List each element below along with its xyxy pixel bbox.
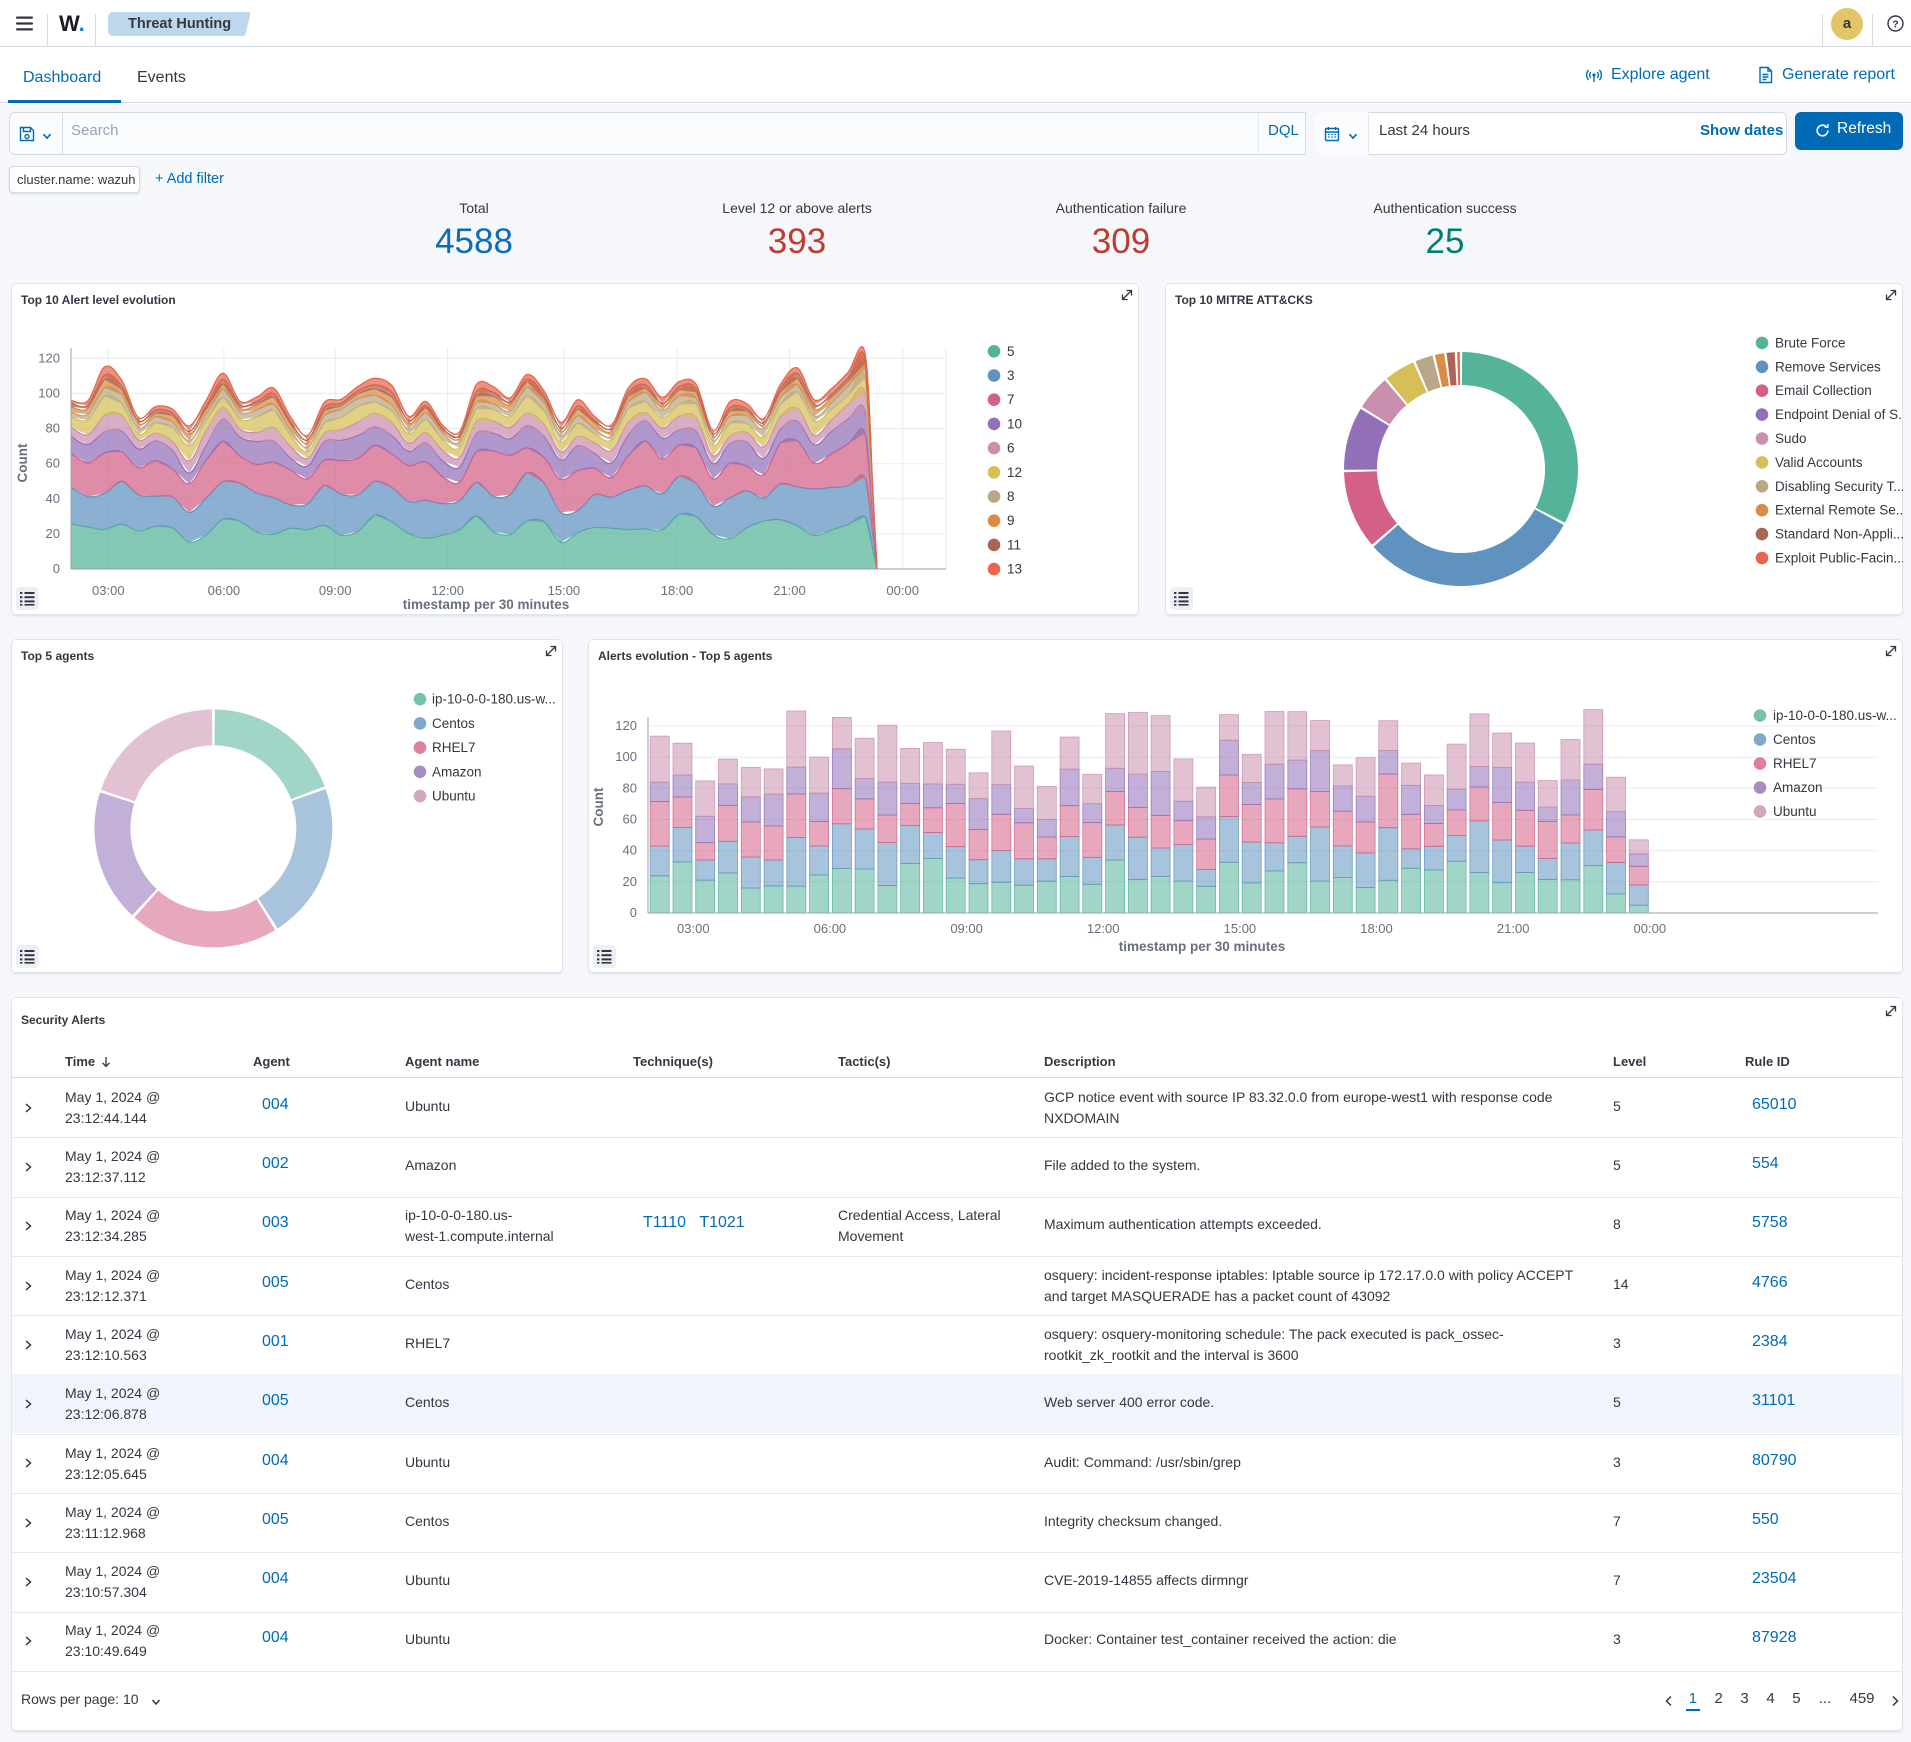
svg-text:15:00: 15:00 [1224, 921, 1257, 936]
svg-text:ip-10-0-0-180.us-w...: ip-10-0-0-180.us-w... [432, 692, 556, 707]
svg-text:40: 40 [46, 491, 60, 506]
svg-text:6: 6 [1007, 441, 1015, 456]
svg-text:40: 40 [623, 843, 637, 858]
svg-text:Sudo: Sudo [1775, 431, 1807, 446]
svg-text:18:00: 18:00 [661, 583, 694, 598]
svg-text:Standard Non-Appli...: Standard Non-Appli... [1775, 527, 1903, 542]
svg-text:RHEL7: RHEL7 [432, 740, 476, 755]
svg-text:09:00: 09:00 [950, 921, 983, 936]
svg-text:Disabling Security T...: Disabling Security T... [1775, 479, 1903, 494]
svg-text:03:00: 03:00 [677, 921, 710, 936]
svg-text:?: ? [1892, 18, 1898, 30]
svg-text:3: 3 [1007, 368, 1015, 383]
svg-text:Count: Count [591, 787, 606, 826]
svg-text:Email Collection: Email Collection [1775, 383, 1872, 398]
svg-text:11: 11 [1007, 537, 1021, 552]
svg-text:8: 8 [1007, 489, 1015, 504]
svg-text:80: 80 [46, 421, 60, 436]
svg-text:Centos: Centos [1773, 732, 1816, 747]
svg-text:Brute Force: Brute Force [1775, 335, 1846, 350]
svg-text:120: 120 [615, 718, 637, 733]
svg-text:13: 13 [1007, 562, 1022, 577]
svg-text:7: 7 [1007, 392, 1015, 407]
svg-text:18:00: 18:00 [1360, 921, 1393, 936]
svg-text:Remove Services: Remove Services [1775, 359, 1881, 374]
svg-text:External Remote Se...: External Remote Se... [1775, 503, 1903, 518]
svg-text:timestamp per 30 minutes: timestamp per 30 minutes [1119, 939, 1286, 954]
svg-text:0: 0 [630, 905, 637, 920]
svg-text:9: 9 [1007, 513, 1015, 528]
svg-text:06:00: 06:00 [208, 583, 241, 598]
svg-text:Ubuntu: Ubuntu [432, 789, 476, 804]
svg-text:Exploit Public-Facin...: Exploit Public-Facin... [1775, 551, 1903, 566]
svg-text:Count: Count [15, 443, 30, 482]
svg-text:Valid Accounts: Valid Accounts [1775, 455, 1863, 470]
svg-text:21:00: 21:00 [1497, 921, 1530, 936]
svg-text:5: 5 [1007, 344, 1015, 359]
svg-text:09:00: 09:00 [319, 583, 352, 598]
svg-text:00:00: 00:00 [1634, 921, 1667, 936]
svg-text:20: 20 [46, 526, 60, 541]
svg-text:03:00: 03:00 [92, 583, 125, 598]
svg-text:Centos: Centos [432, 716, 475, 731]
svg-text:80: 80 [623, 780, 637, 795]
svg-text:Endpoint Denial of S...: Endpoint Denial of S... [1775, 407, 1903, 422]
svg-text:21:00: 21:00 [773, 583, 806, 598]
svg-text:120: 120 [38, 350, 60, 365]
svg-text:Ubuntu: Ubuntu [1773, 804, 1817, 819]
svg-text:0: 0 [53, 561, 60, 576]
svg-text:10: 10 [1007, 416, 1022, 431]
svg-text:12:00: 12:00 [1087, 921, 1120, 936]
svg-text:timestamp per 30 minutes: timestamp per 30 minutes [403, 597, 570, 612]
svg-text:100: 100 [615, 749, 637, 764]
svg-text:RHEL7: RHEL7 [1773, 756, 1817, 771]
svg-text:60: 60 [46, 456, 60, 471]
svg-text:100: 100 [38, 385, 60, 400]
svg-text:12:00: 12:00 [431, 583, 464, 598]
svg-text:12: 12 [1007, 465, 1022, 480]
svg-text:06:00: 06:00 [814, 921, 847, 936]
svg-text:Amazon: Amazon [432, 764, 482, 779]
svg-text:ip-10-0-0-180.us-w...: ip-10-0-0-180.us-w... [1773, 708, 1897, 723]
svg-text:Amazon: Amazon [1773, 780, 1823, 795]
svg-text:60: 60 [623, 812, 637, 827]
svg-text:20: 20 [623, 874, 637, 889]
svg-text:15:00: 15:00 [548, 583, 581, 598]
svg-text:00:00: 00:00 [886, 583, 919, 598]
